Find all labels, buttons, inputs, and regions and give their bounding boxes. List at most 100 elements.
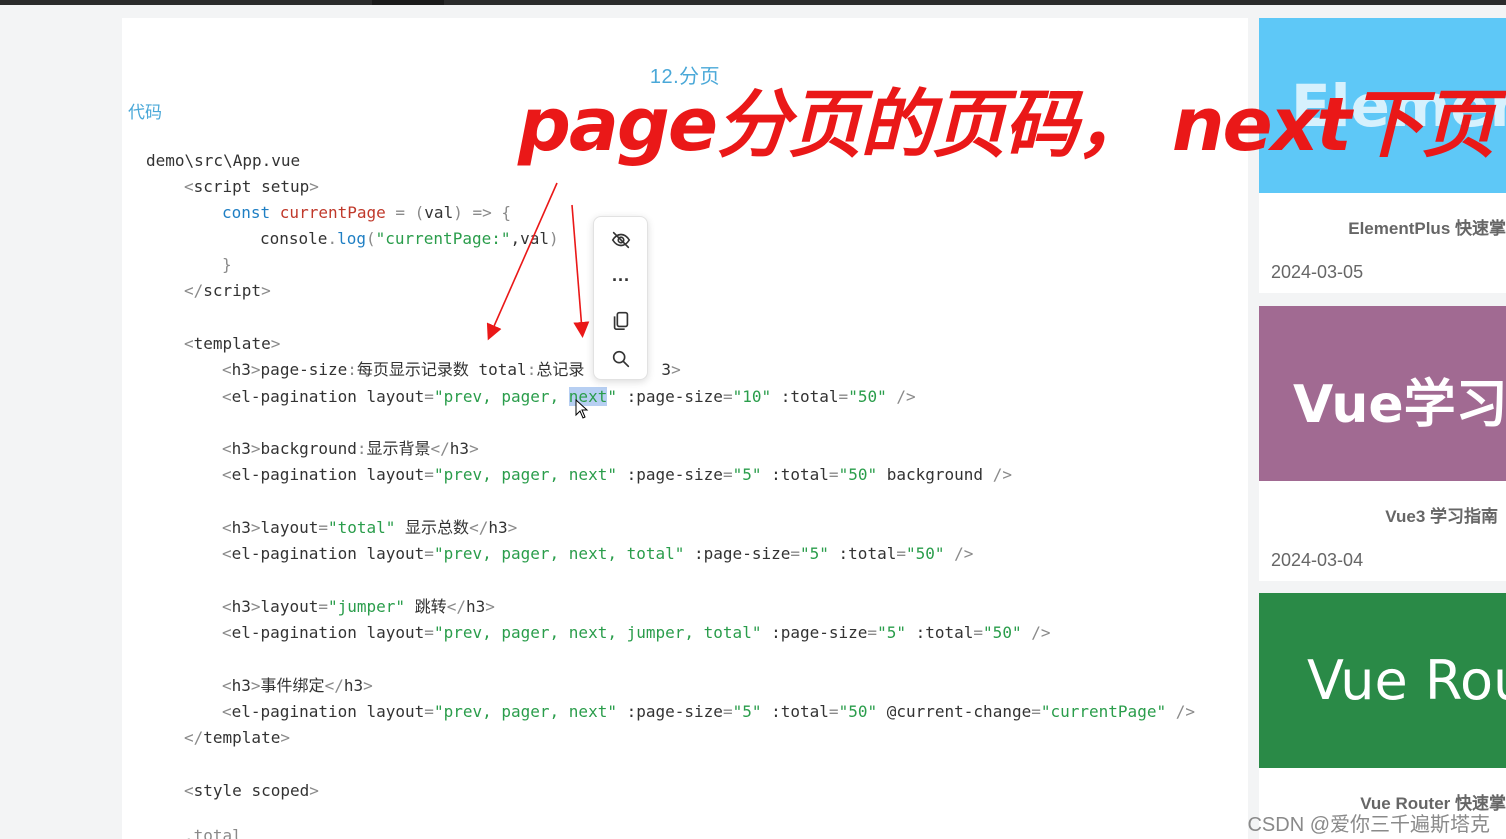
- code-token: 3: [661, 360, 672, 379]
- more-icon: ···: [612, 269, 630, 290]
- code-token: script setup: [193, 177, 310, 196]
- code-token: >: [270, 334, 281, 353]
- screen: 12.分页 代码 demo\src\App.vue <script setup> c…: [0, 0, 1506, 839]
- code-token: ,: [510, 229, 521, 248]
- more-button[interactable]: ···: [606, 265, 636, 295]
- code-token: </: [446, 597, 466, 616]
- code-token: >: [671, 360, 681, 379]
- code-line: <style scoped>: [184, 781, 319, 801]
- code-token: >: [363, 676, 373, 695]
- code-token: 总记录: [536, 360, 585, 379]
- code-token: <: [222, 676, 232, 695]
- code-token: "50": [838, 702, 878, 721]
- code-token: <: [222, 597, 232, 616]
- code-token: layout: [260, 597, 319, 616]
- code-line: <h3>background:显示背景</h3>: [222, 439, 479, 459]
- code-token: h3: [231, 518, 251, 537]
- code-token: >: [261, 281, 271, 300]
- code-token: "jumper": [327, 597, 406, 616]
- code-token: <: [222, 360, 232, 379]
- code-token: =: [424, 465, 434, 484]
- code-token: :total: [771, 387, 839, 406]
- csdn-watermark: CSDN @爱你三千遍斯塔克: [1247, 814, 1490, 836]
- code-line: console.log("currentPage:",val): [260, 229, 559, 249]
- code-token: <: [184, 177, 194, 196]
- code-token: val: [424, 203, 454, 222]
- code-token: />: [992, 465, 1012, 484]
- code-token: template: [193, 334, 271, 353]
- copy-button[interactable]: [606, 305, 636, 335]
- code-token: 事件绑定: [260, 676, 325, 695]
- window-top-bar: [0, 0, 1506, 5]
- code-token: ): [549, 229, 559, 248]
- code-token: </: [430, 439, 450, 458]
- code-token: :: [356, 439, 367, 458]
- code-token: @current-change: [877, 702, 1032, 721]
- code-token: =: [896, 544, 906, 563]
- code-token: <: [222, 544, 232, 563]
- card-banner: Vue Rout: [1259, 593, 1506, 768]
- code-line: </script>: [184, 281, 271, 301]
- code-token: "10": [732, 387, 772, 406]
- code-token: />: [944, 544, 974, 563]
- code-token: "prev, pager, next": [433, 702, 617, 721]
- card-title[interactable]: Vue3 学习指南: [1385, 502, 1498, 527]
- code-token: ": [607, 387, 617, 406]
- code-token: "50": [848, 387, 887, 406]
- code-token: background: [877, 465, 993, 484]
- code-token: >: [309, 177, 319, 196]
- code-token: :page-size: [761, 623, 868, 642]
- code-token: "5": [732, 702, 762, 721]
- search-icon: [612, 350, 630, 368]
- code-token: <: [184, 781, 194, 800]
- code-token: :total: [905, 623, 974, 642]
- code-token: <: [222, 623, 232, 642]
- code-token: =: [424, 623, 434, 642]
- code-token: h3: [231, 360, 251, 379]
- code-token: "50": [983, 623, 1022, 642]
- code-line: <el-pagination layout="prev, pager, next…: [222, 544, 973, 564]
- code-token: =: [722, 702, 733, 721]
- code-token: h3: [231, 676, 251, 695]
- code-token: <: [222, 387, 232, 406]
- code-token: >: [507, 518, 518, 537]
- context-menu: ···: [593, 216, 648, 380]
- code-line: </template>: [184, 728, 290, 748]
- code-token: >: [280, 728, 290, 747]
- code-token: 显示背景: [366, 439, 431, 458]
- code-line: <el-pagination layout="prev, pager, next…: [222, 465, 1012, 485]
- eye-off-icon: [611, 231, 631, 249]
- search-button[interactable]: [606, 344, 636, 374]
- code-line: <el-pagination layout="prev, pager, next…: [222, 387, 916, 407]
- code-token: />: [1021, 623, 1051, 642]
- code-token: currentPage: [279, 203, 386, 222]
- code-token: :total: [761, 702, 829, 721]
- code-token: />: [886, 387, 916, 406]
- code-line: }: [222, 255, 232, 275]
- code-token: =: [424, 702, 434, 721]
- code-token: >: [309, 781, 319, 800]
- article-card[interactable]: Vue学习指 Vue3 学习指南 2024-03-04: [1259, 306, 1506, 581]
- top-bar-tab[interactable]: [372, 0, 444, 5]
- code-token: console: [260, 229, 328, 248]
- code-token: h3: [449, 439, 470, 458]
- code-token: layout: [260, 518, 319, 537]
- code-token: :page-size: [616, 465, 723, 484]
- code-line: <el-pagination layout="prev, pager, next…: [222, 623, 1050, 643]
- code-token: h3: [488, 518, 508, 537]
- code-token: =: [828, 465, 839, 484]
- code-line: .total: [184, 826, 242, 839]
- code-token: =: [1031, 702, 1041, 721]
- code-token: =: [867, 623, 878, 642]
- card-title[interactable]: ElementPlus 快速掌: [1348, 214, 1506, 239]
- code-token: template: [203, 728, 281, 747]
- code-line: <h3>layout="jumper" 跳转</h3>: [222, 597, 495, 617]
- article-card[interactable]: Vue Rout Vue Router 快速掌: [1259, 593, 1506, 839]
- code-token: <: [222, 439, 232, 458]
- hide-button[interactable]: [606, 225, 636, 255]
- card-date: 2024-03-05: [1271, 262, 1364, 282]
- code-token: .total: [184, 826, 242, 839]
- code-token: >: [250, 360, 261, 379]
- code-token: "5": [732, 465, 762, 484]
- code-token: ) => {: [453, 203, 511, 222]
